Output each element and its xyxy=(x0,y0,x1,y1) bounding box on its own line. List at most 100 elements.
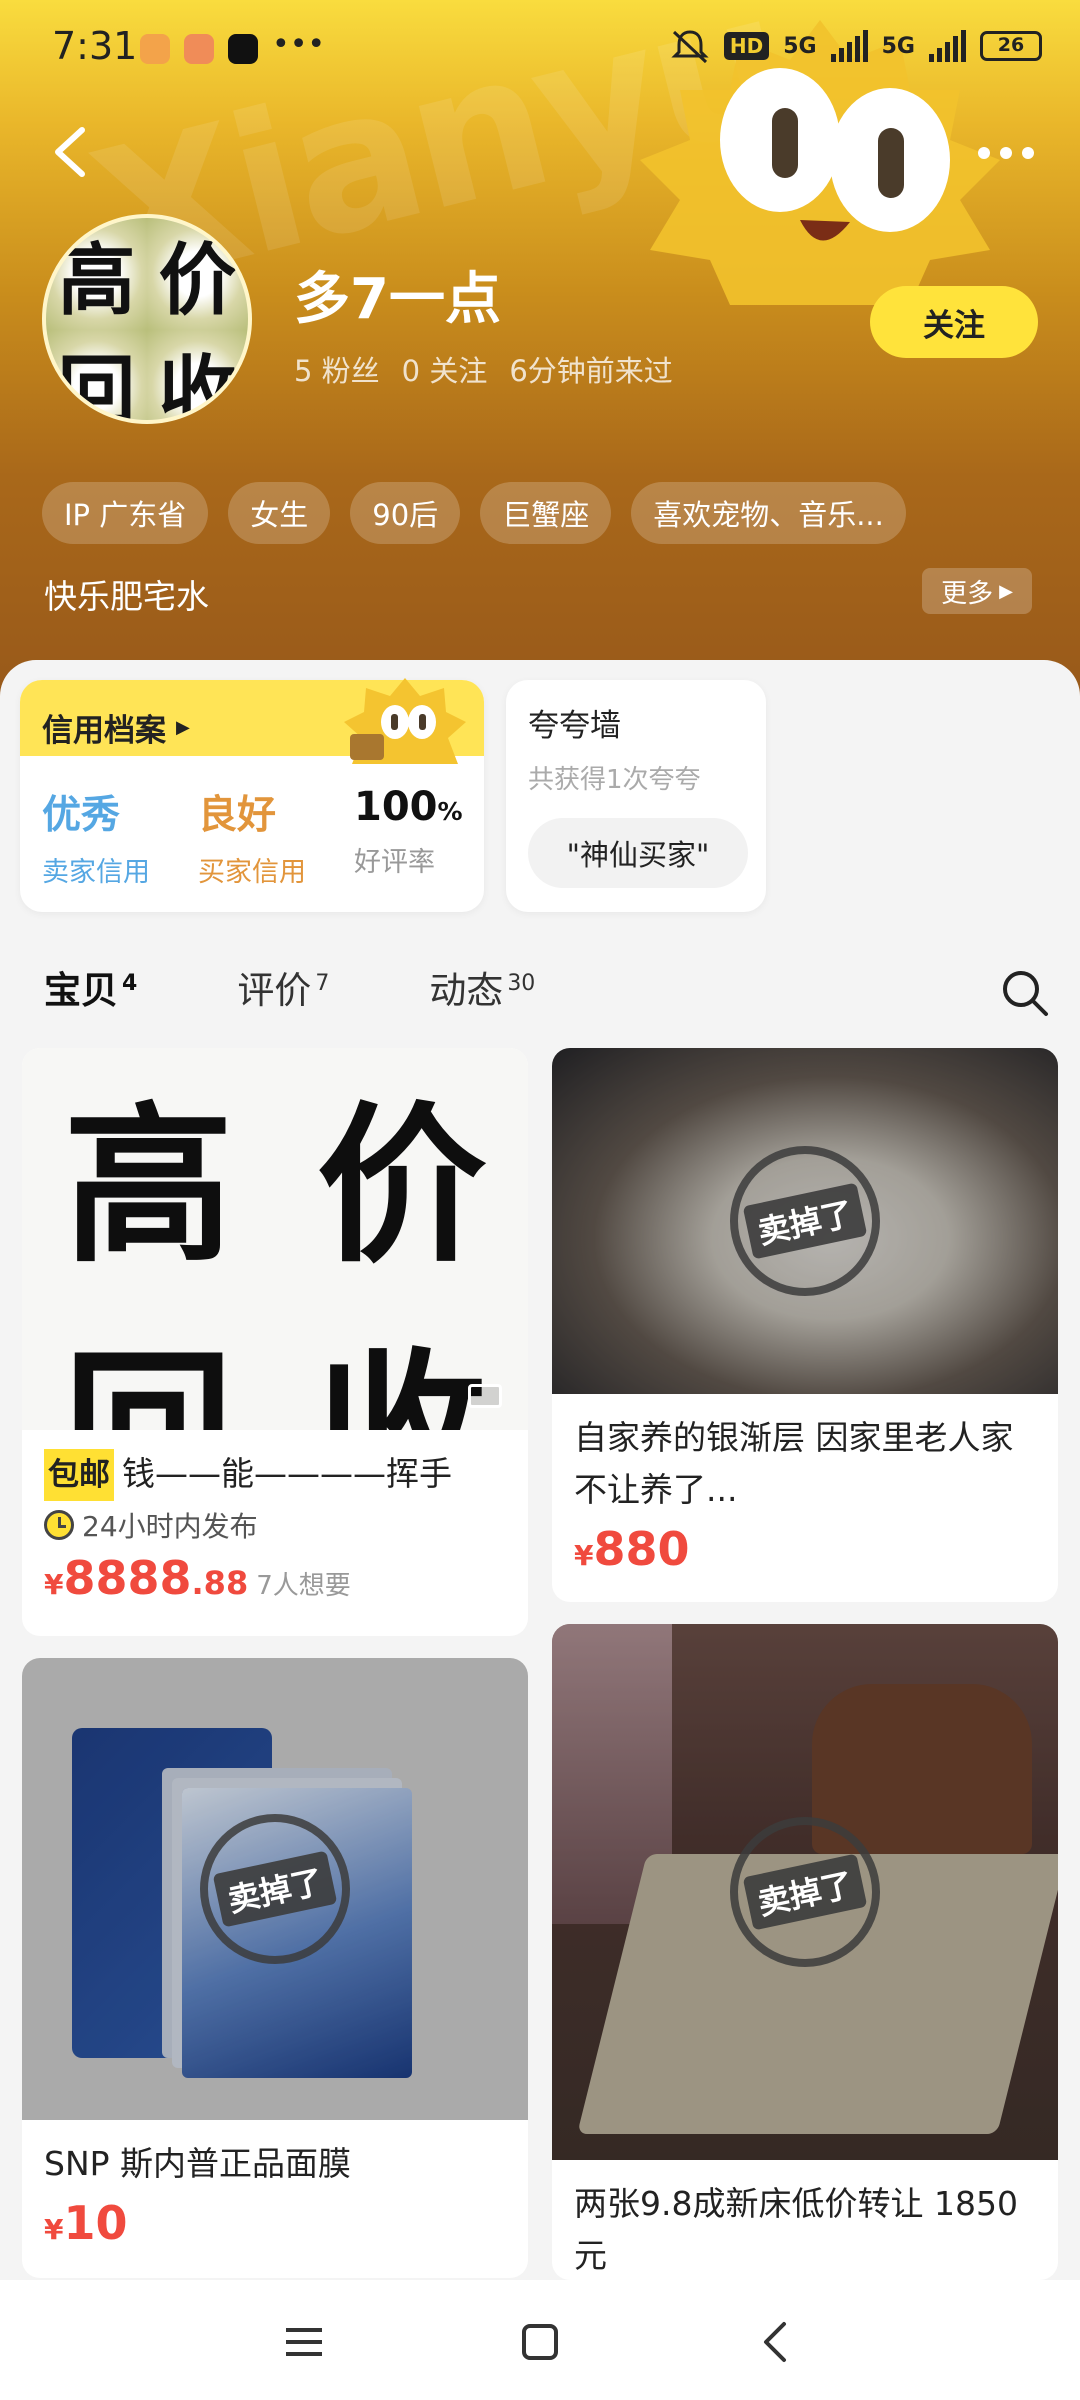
sold-out-label: 卖掉了 xyxy=(742,1182,868,1260)
currency-symbol: ¥ xyxy=(44,1568,64,1601)
positive-rate-unit: % xyxy=(437,797,463,826)
product-card[interactable]: 卖掉了 自家养的银渐层 因家里老人家不让养了... ¥880 xyxy=(552,1048,1058,1602)
praise-chip: "神仙买家" xyxy=(528,818,748,888)
product-card[interactable]: 卖掉了 两张9.8成新床低价转让 1850元 xyxy=(552,1624,1058,2280)
profile-tabs: 宝贝 4 评价 7 动态 30 xyxy=(44,960,535,1014)
price-integer: 10 xyxy=(63,2196,128,2250)
avatar-char: 收 xyxy=(147,330,248,420)
product-image-char: 高 xyxy=(63,1086,234,1286)
tab-reviews[interactable]: 评价 7 xyxy=(237,960,329,1014)
more-label: 更多 xyxy=(941,578,994,609)
publish-time: 24小时内发布 xyxy=(82,1510,258,1543)
avatar-char: 高 xyxy=(46,218,147,330)
tab-posts-label: 动态 xyxy=(429,969,504,1012)
buyer-credit-level: 良好 xyxy=(198,793,277,838)
hd-icon: HD xyxy=(723,32,770,60)
product-image: 卖掉了 xyxy=(22,1658,528,2120)
free-shipping-badge: 包邮 xyxy=(44,1449,114,1501)
positive-rate-value: 100 xyxy=(354,784,438,830)
product-price: ¥880 xyxy=(574,1522,1036,1576)
product-image-char: 收 xyxy=(275,1294,528,1430)
profile-header: Xianyu 7:31 ••• HD 5G 5G 26 高 价 回 收 多7一点… xyxy=(0,0,1080,700)
product-image: 卖掉了 xyxy=(552,1624,1058,2160)
tag-zodiac: 巨蟹座 xyxy=(480,482,612,544)
seller-credit: 优秀 卖家信用 xyxy=(42,784,150,889)
tag-hobbies[interactable]: 喜欢宠物、音乐... xyxy=(631,482,906,544)
product-image-char: 回 xyxy=(22,1294,275,1430)
status-right: HD 5G 5G 26 xyxy=(670,28,1042,64)
currency-symbol: ¥ xyxy=(44,2213,64,2246)
price-integer: 8888 xyxy=(63,1551,192,1605)
positive-rate: 100% 好评率 xyxy=(354,784,463,889)
product-title: SNP 斯内普正品面膜 xyxy=(44,2144,352,2183)
tag-gender: 女生 xyxy=(228,482,331,544)
product-image: 高 价 回 收 xyxy=(22,1048,528,1430)
seller-credit-label: 卖家信用 xyxy=(42,857,150,888)
triangle-right-icon: ▶ xyxy=(999,580,1013,602)
praise-wall-subtitle: 共获得1次夸夸 xyxy=(528,765,701,795)
profile-tags: IP 广东省 女生 90后 巨蟹座 喜欢宠物、音乐... xyxy=(42,482,906,544)
network-label-2: 5G xyxy=(881,33,915,59)
last-seen: 6分钟前来过 xyxy=(509,354,673,388)
back-icon[interactable] xyxy=(46,122,96,182)
signal-icon-1 xyxy=(830,30,868,62)
back-nav-icon[interactable] xyxy=(748,2314,804,2370)
tab-reviews-count: 7 xyxy=(315,970,330,996)
tag-age: 90后 xyxy=(350,482,461,544)
tab-posts[interactable]: 动态 30 xyxy=(429,960,535,1014)
gallery-icon xyxy=(468,1384,502,1408)
price-integer: 880 xyxy=(593,1522,690,1576)
status-bar: 7:31 ••• HD 5G 5G 26 xyxy=(0,0,1080,96)
following-count[interactable]: 0 关注 xyxy=(402,348,488,390)
triangle-right-icon: ▶ xyxy=(176,716,190,738)
app-notification-icon xyxy=(184,34,214,64)
status-time: 7:31 xyxy=(52,24,138,68)
clock-icon xyxy=(44,1510,74,1540)
avatar-char: 回 xyxy=(46,330,147,420)
more-button[interactable]: 更多 ▶ xyxy=(922,568,1032,614)
mute-icon xyxy=(671,30,709,64)
tag-location: IP 广东省 xyxy=(42,482,209,544)
product-title: 两张9.8成新床低价转让 1850元 xyxy=(574,2184,1018,2275)
buyer-credit: 良好 买家信用 xyxy=(198,784,306,889)
tab-items-label: 宝贝 xyxy=(44,969,118,1012)
product-price: ¥10 xyxy=(44,2196,506,2250)
mascot-icon xyxy=(344,678,466,764)
praise-wall-card[interactable]: 夸夸墙 共获得1次夸夸 "神仙买家" xyxy=(506,680,766,912)
positive-rate-label: 好评率 xyxy=(354,847,435,878)
sold-out-label: 卖掉了 xyxy=(742,1853,868,1931)
signal-icon-2 xyxy=(929,30,966,62)
sold-out-label: 卖掉了 xyxy=(212,1850,338,1928)
product-image-char: 价 xyxy=(316,1086,487,1286)
system-navigation-bar xyxy=(0,2280,1080,2400)
network-label-1: 5G xyxy=(783,33,817,59)
tab-reviews-label: 评价 xyxy=(237,969,312,1012)
battery-icon: 26 xyxy=(980,31,1042,61)
user-stats: 5 粉丝 0 关注 6分钟前来过 xyxy=(294,348,673,390)
user-nickname: 多7一点 xyxy=(294,267,501,332)
notification-icons: ••• xyxy=(140,27,326,64)
product-card[interactable]: 卖掉了 SNP 斯内普正品面膜 ¥10 xyxy=(22,1658,528,2278)
credit-title: 信用档案 xyxy=(42,712,166,749)
follow-button[interactable]: 关注 xyxy=(870,286,1038,358)
price-decimal: .88 xyxy=(191,1564,249,1602)
product-price: ¥8888.88 7人想要 xyxy=(44,1551,506,1605)
tab-items[interactable]: 宝贝 4 xyxy=(44,960,137,1014)
search-icon[interactable] xyxy=(1000,968,1050,1018)
wants-count: 7人想要 xyxy=(256,1571,351,1601)
praise-wall-title: 夸夸墙 xyxy=(528,708,621,744)
currency-symbol: ¥ xyxy=(574,1539,594,1572)
avatar[interactable]: 高 价 回 收 xyxy=(42,214,252,424)
menu-icon[interactable] xyxy=(276,2314,332,2370)
more-notifications-icon: ••• xyxy=(272,27,326,62)
fans-count[interactable]: 5 粉丝 xyxy=(294,348,380,390)
user-bio: 快乐肥宅水 xyxy=(44,577,209,616)
profile-page: Xianyu 7:31 ••• HD 5G 5G 26 高 价 回 收 多7一点… xyxy=(0,0,1080,2400)
message-icon xyxy=(140,34,170,64)
more-options-icon[interactable] xyxy=(976,138,1036,168)
seller-credit-level: 优秀 xyxy=(42,793,121,838)
product-title: 自家养的银渐层 因家里老人家不让养了... xyxy=(574,1418,1014,1509)
home-icon[interactable] xyxy=(512,2314,568,2370)
tab-posts-count: 30 xyxy=(507,970,536,996)
product-card[interactable]: 高 价 回 收 包邮钱——能————挥手 24小时内发布 ¥8888.887人想… xyxy=(22,1048,528,1636)
